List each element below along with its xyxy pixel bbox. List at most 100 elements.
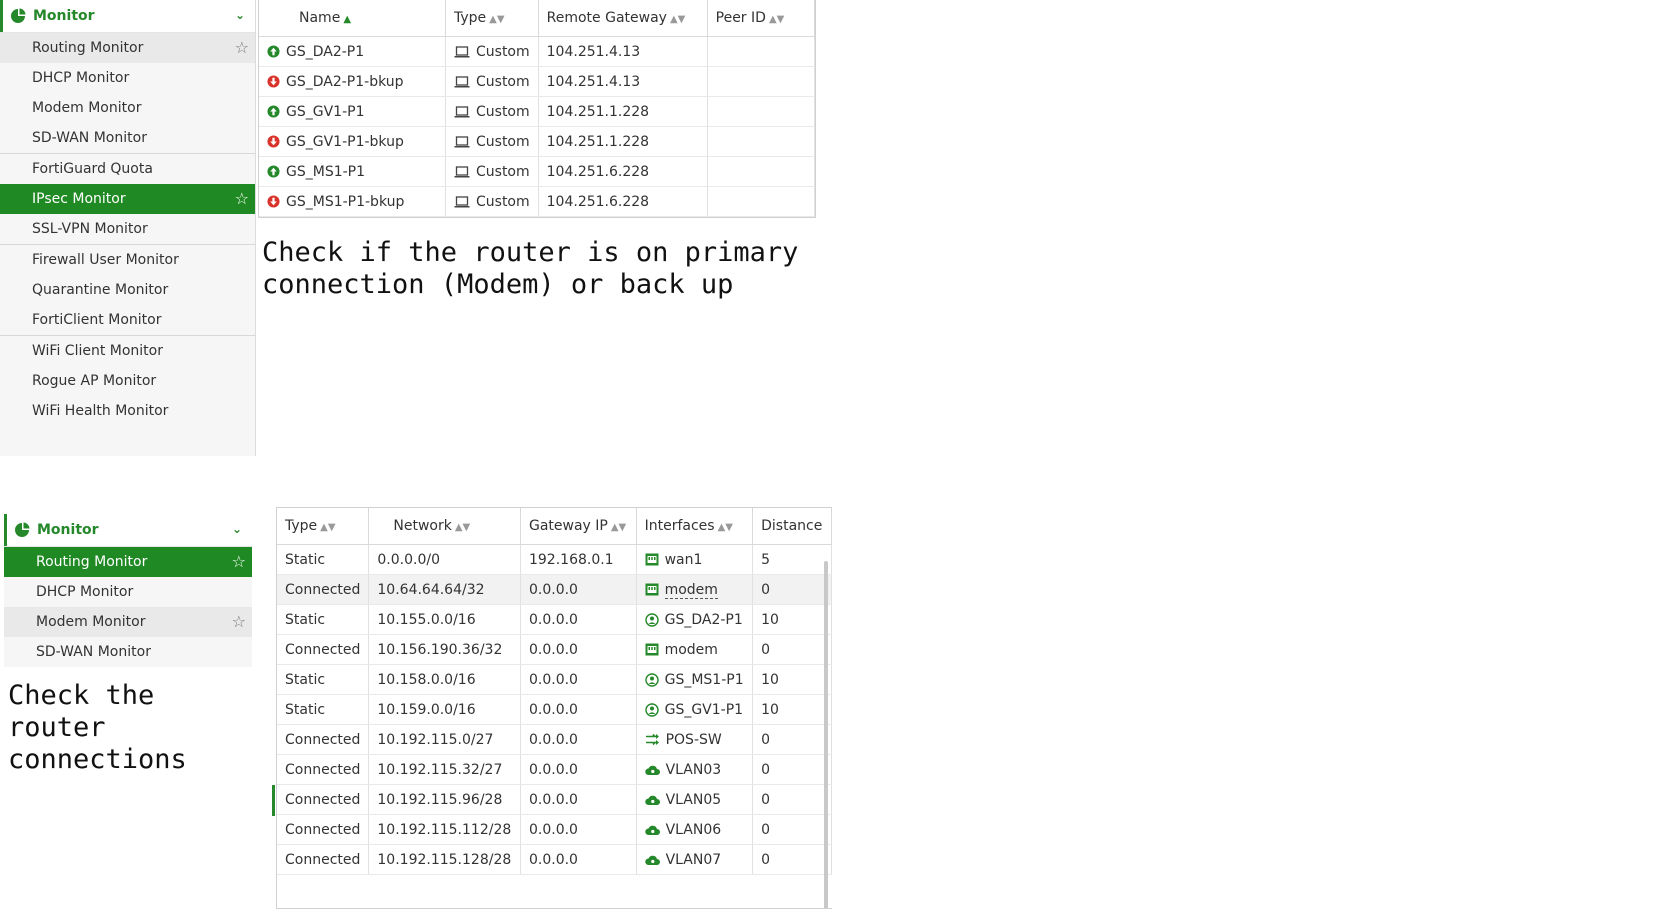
- table-row[interactable]: Connected 10.64.64.64/32 0.0.0.0 modem 0: [277, 574, 832, 605]
- star-icon[interactable]: ☆: [232, 547, 246, 577]
- table-row[interactable]: Static 10.158.0.0/16 0.0.0.0 GS_MS1-P1 10: [277, 664, 832, 695]
- routing-table-container: Type ▲▼ Network ▲▼ Gateway IP ▲▼ Interfaces…: [276, 507, 832, 909]
- sort-icon[interactable]: ▲▼: [455, 522, 470, 533]
- table-row[interactable]: Static 10.155.0.0/16 0.0.0.0 GS_DA2-P1 10: [277, 604, 832, 635]
- table-row[interactable]: GS_MS1-P1 Custom 104.251.6.228: [259, 156, 815, 187]
- cell-interface[interactable]: VLAN06: [636, 814, 754, 845]
- table-row[interactable]: GS_GV1-P1 Custom 104.251.1.228: [259, 96, 815, 127]
- status-down-icon: [267, 195, 280, 208]
- table-row[interactable]: GS_GV1-P1-bkup Custom 104.251.1.228: [259, 126, 815, 157]
- table-row[interactable]: Connected 10.192.115.96/28 0.0.0.0 VLAN05 0: [277, 784, 832, 815]
- sort-icon[interactable]: ▲▼: [769, 14, 784, 25]
- cell-remote-gateway: 104.251.6.228: [538, 156, 708, 187]
- cell-distance: 5: [752, 544, 832, 575]
- table-row[interactable]: Connected 10.192.115.32/27 0.0.0.0 VLAN03 0: [277, 754, 832, 785]
- table-row[interactable]: GS_MS1-P1-bkup Custom 104.251.6.228: [259, 186, 815, 217]
- col-header-name[interactable]: Name ▲︎: [259, 0, 446, 37]
- sidebar-item-label: DHCP Monitor: [32, 70, 130, 86]
- cell-interface[interactable]: GS_DA2-P1: [636, 604, 754, 635]
- table-row[interactable]: Connected 10.192.115.0/27 0.0.0.0 POS-SW 0: [277, 724, 832, 755]
- sort-icon[interactable]: ▲▼: [320, 522, 335, 533]
- cell-interface[interactable]: VLAN03: [636, 754, 754, 785]
- sidebar-item-forticlient-monitor[interactable]: FortiClient Monitor: [0, 305, 255, 335]
- cell-network: 10.192.115.32/27: [368, 754, 521, 785]
- star-icon[interactable]: ☆: [232, 607, 246, 637]
- sidebar-item-dhcp-monitor[interactable]: DHCP Monitor: [4, 577, 252, 607]
- col-header-type[interactable]: Type ▲▼: [277, 508, 370, 545]
- cell-peer-id: [707, 66, 815, 97]
- sidebar-item-wifi-health-monitor[interactable]: WiFi Health Monitor: [0, 396, 255, 426]
- cell-network: 10.156.190.36/32: [368, 634, 521, 665]
- sidebar-header-label: Monitor: [33, 8, 95, 24]
- sidebar-item-ipsec-monitor[interactable]: IPsec Monitor ☆: [0, 184, 255, 214]
- vertical-scrollbar[interactable]: [824, 561, 828, 908]
- cell-name: GS_MS1-P1-bkup: [259, 186, 446, 217]
- table-row[interactable]: GS_DA2-P1-bkup Custom 104.251.4.13: [259, 66, 815, 97]
- table-row[interactable]: Connected 10.192.115.128/28 0.0.0.0 VLAN07 0: [277, 844, 832, 875]
- sidebar-item-sd-wan-monitor[interactable]: SD-WAN Monitor: [4, 637, 252, 667]
- sort-asc-icon[interactable]: ▲︎: [343, 14, 351, 25]
- sidebar-item-sd-wan-monitor[interactable]: SD-WAN Monitor: [0, 123, 255, 153]
- star-icon[interactable]: ☆: [235, 33, 249, 63]
- sidebar-item-ssl-vpn-monitor[interactable]: SSL-VPN Monitor: [0, 214, 255, 244]
- table-row[interactable]: Static 0.0.0.0/0 192.168.0.1 wan1 5: [277, 544, 832, 575]
- cell-interface[interactable]: GS_GV1-P1: [636, 694, 754, 725]
- cell-distance: 0: [752, 784, 832, 815]
- cell-interface[interactable]: modem: [636, 634, 754, 665]
- sort-icon[interactable]: ▲▼: [670, 14, 685, 25]
- cell-gateway-ip: 0.0.0.0: [520, 784, 637, 815]
- laptop-icon: [454, 135, 470, 147]
- status-up-icon: [267, 165, 280, 178]
- cell-interface[interactable]: VLAN07: [636, 844, 754, 875]
- sort-icon[interactable]: ▲▼: [611, 522, 626, 533]
- col-header-interfaces[interactable]: Interfaces ▲▼: [636, 508, 754, 545]
- sidebar-item-label: FortiGuard Quota: [32, 161, 153, 177]
- table-row[interactable]: GS_DA2-P1 Custom 104.251.4.13: [259, 36, 815, 67]
- cell-type: Connected: [277, 754, 370, 785]
- sidebar-item-quarantine-monitor[interactable]: Quarantine Monitor: [0, 275, 255, 305]
- laptop-icon: [454, 105, 470, 117]
- cell-interface[interactable]: GS_MS1-P1: [636, 664, 754, 695]
- laptop-icon: [454, 165, 470, 177]
- cell-interface[interactable]: wan1: [636, 544, 754, 575]
- col-header-type[interactable]: Type ▲▼: [445, 0, 539, 37]
- cell-gateway-ip: 0.0.0.0: [520, 724, 637, 755]
- col-header-peer-id[interactable]: Peer ID ▲▼: [707, 0, 815, 37]
- sidebar-item-wifi-client-monitor[interactable]: WiFi Client Monitor: [0, 335, 255, 366]
- cell-interface[interactable]: VLAN05: [636, 784, 754, 815]
- sidebar-item-modem-monitor[interactable]: Modem Monitor ☆: [4, 607, 252, 637]
- cell-interface[interactable]: POS-SW: [636, 724, 754, 755]
- star-icon[interactable]: ☆: [235, 184, 249, 214]
- chevron-down-icon[interactable]: ⌄: [235, 8, 245, 22]
- sidebar-item-modem-monitor[interactable]: Modem Monitor: [0, 93, 255, 123]
- cell-name: GS_DA2-P1-bkup: [259, 66, 446, 97]
- col-header-remote-gateway[interactable]: Remote Gateway ▲▼: [538, 0, 708, 37]
- sort-icon[interactable]: ▲▼: [718, 522, 733, 533]
- cloud-icon: [644, 855, 660, 865]
- sidebar-header-monitor[interactable]: Monitor ⌄: [4, 514, 252, 547]
- sidebar-item-label: Rogue AP Monitor: [32, 373, 157, 389]
- sidebar-item-label: Routing Monitor: [36, 554, 148, 570]
- sidebar-item-firewall-user-monitor[interactable]: Firewall User Monitor: [0, 244, 255, 275]
- sidebar-item-fortiguard-quota[interactable]: FortiGuard Quota: [0, 153, 255, 184]
- cell-remote-gateway: 104.251.4.13: [538, 66, 708, 97]
- annotation-primary-connection: Check if the router is on primary connec…: [262, 237, 799, 300]
- sidebar-item-rogue-ap-monitor[interactable]: Rogue AP Monitor: [0, 366, 255, 396]
- sidebar-item-routing-monitor[interactable]: Routing Monitor ☆: [4, 547, 252, 577]
- table-row[interactable]: Connected 10.156.190.36/32 0.0.0.0 modem 0: [277, 634, 832, 665]
- sidebar-item-dhcp-monitor[interactable]: DHCP Monitor: [0, 63, 255, 93]
- cell-distance: 0: [752, 844, 832, 875]
- col-header-network[interactable]: Network ▲▼: [368, 508, 521, 545]
- sidebar-item-label: Modem Monitor: [36, 614, 146, 630]
- cell-interface[interactable]: modem: [636, 574, 754, 605]
- sidebar-item-label: SSL-VPN Monitor: [32, 221, 148, 237]
- table-row[interactable]: Static 10.159.0.0/16 0.0.0.0 GS_GV1-P1 10: [277, 694, 832, 725]
- table-row[interactable]: Connected 10.192.115.112/28 0.0.0.0 VLAN06 0: [277, 814, 832, 845]
- col-header-distance[interactable]: Distance: [752, 508, 832, 545]
- col-header-gateway-ip[interactable]: Gateway IP ▲▼: [520, 508, 637, 545]
- sidebar-header-monitor[interactable]: Monitor ⌄: [0, 0, 255, 33]
- sidebar-item-routing-monitor[interactable]: Routing Monitor ☆: [0, 33, 255, 63]
- cell-gateway-ip: 0.0.0.0: [520, 754, 637, 785]
- sort-icon[interactable]: ▲▼: [489, 14, 504, 25]
- chevron-down-icon[interactable]: ⌄: [232, 522, 242, 536]
